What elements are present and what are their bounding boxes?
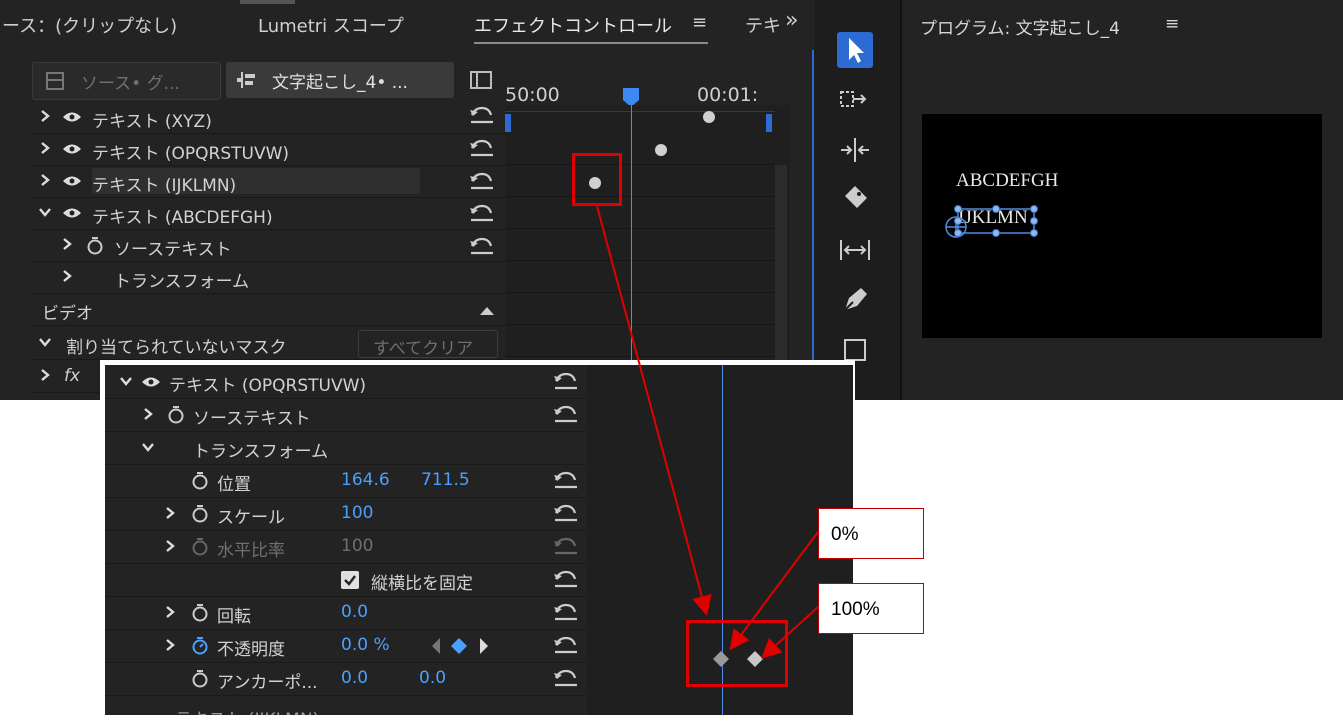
annotation-arrows — [596, 205, 819, 659]
arrow-100-percent — [761, 606, 819, 659]
arrow-0-percent — [729, 531, 819, 651]
arrow-to-keyframes — [596, 205, 712, 616]
